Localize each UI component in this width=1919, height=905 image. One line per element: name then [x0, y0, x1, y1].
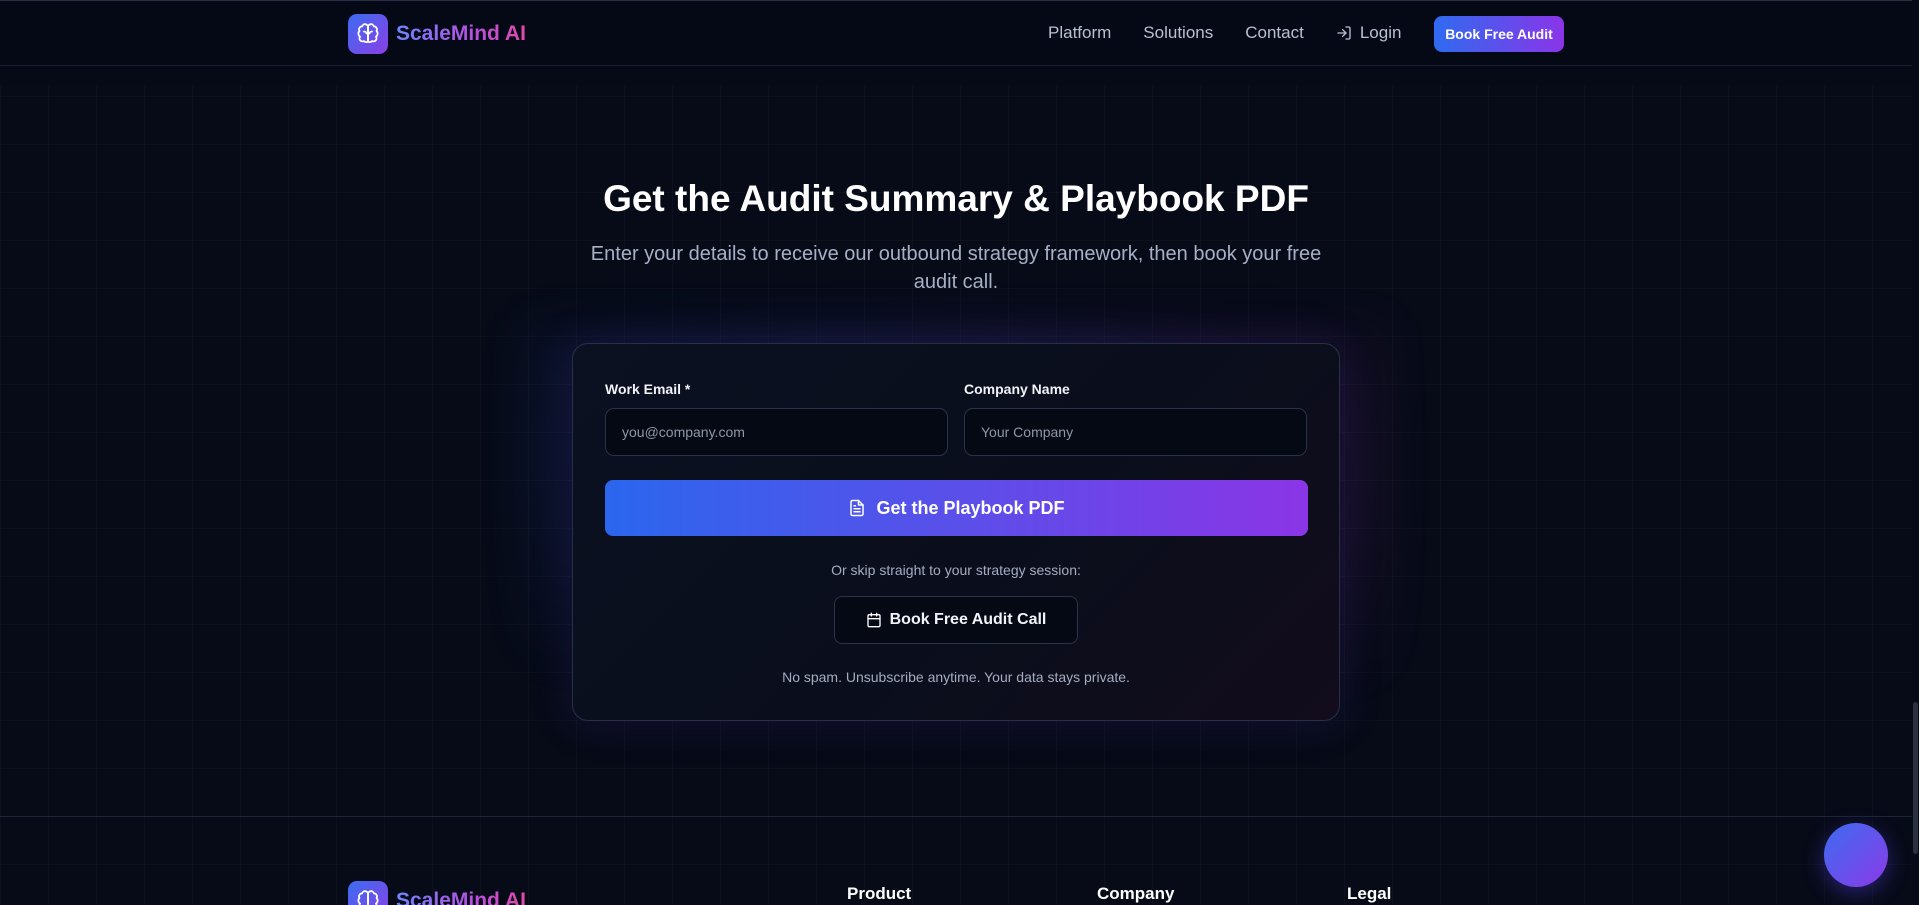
brand[interactable]: ScaleMind AI [348, 14, 526, 54]
file-icon [850, 499, 865, 517]
chat-button[interactable] [1824, 823, 1888, 887]
calendar-icon [866, 612, 881, 628]
nav-link-contact[interactable]: Contact [1245, 23, 1304, 43]
nav-shadow [0, 66, 1919, 86]
footer-heading-legal: Legal [1347, 884, 1392, 903]
brain-icon [348, 14, 388, 54]
lead-form-card: Work Email * Company Name Get the Playbo… [572, 343, 1340, 721]
login-label: Login [1359, 23, 1402, 42]
footer-brand[interactable]: ScaleMind AI [348, 881, 526, 905]
login-link[interactable]: Login [1336, 23, 1402, 43]
book-audit-call-label: Book Free Audit Call [889, 611, 1047, 628]
footer-heading-company: Company [1097, 884, 1175, 903]
footer-heading-product: Product [847, 884, 912, 903]
get-playbook-label: Get the Playbook PDF [876, 497, 1065, 518]
get-playbook-button[interactable]: Get the Playbook PDF [605, 480, 1308, 536]
book-free-audit-button[interactable]: Book Free Audit [1434, 16, 1564, 52]
company-label: Company Name [964, 381, 1070, 397]
skip-text: Or skip straight to your strategy sessio… [831, 562, 1081, 578]
brand-name: ScaleMind AI [396, 22, 526, 45]
brain-icon [348, 881, 388, 905]
page-subtitle: Enter your details to receive our outbou… [590, 243, 1322, 293]
nav-link-solutions[interactable]: Solutions [1143, 23, 1213, 43]
company-field[interactable] [964, 408, 1307, 456]
nav-links: Platform Solutions Contact Login [1048, 23, 1401, 43]
email-field[interactable] [605, 408, 948, 456]
page-title: Get the Audit Summary & Playbook PDF [603, 178, 1309, 219]
login-icon [1337, 26, 1351, 40]
privacy-note: No spam. Unsubscribe anytime. Your data … [782, 669, 1130, 685]
book-audit-call-button[interactable]: Book Free Audit Call [834, 596, 1078, 644]
nav-link-platform[interactable]: Platform [1048, 23, 1111, 43]
footer-brand-name: ScaleMind AI [396, 889, 526, 905]
email-label: Work Email * [605, 381, 691, 397]
footer-divider [0, 816, 1919, 817]
top-navbar: ScaleMind AI Platform Solutions Contact … [0, 0, 1919, 66]
scrollbar-thumb[interactable] [1913, 702, 1918, 854]
